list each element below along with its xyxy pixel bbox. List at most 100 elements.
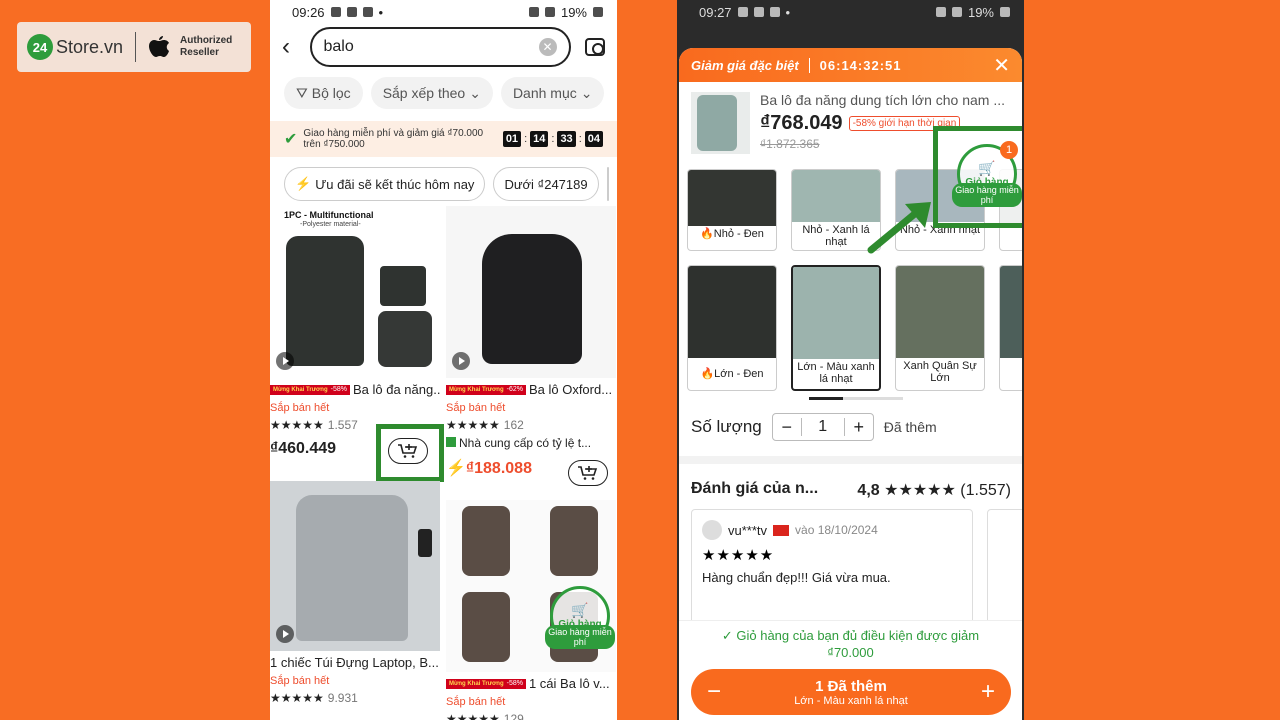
battery-icon — [1000, 7, 1010, 17]
rating: ★★★★★ 162 — [446, 418, 524, 432]
battery-level: 19% — [560, 4, 587, 20]
search-box[interactable]: ✕ — [309, 26, 571, 67]
product-image[interactable]: 1PC - Multifunctional -Polyester materia… — [270, 206, 440, 378]
signal-icon — [544, 7, 555, 17]
chip-price-under[interactable]: Dưới ₫247189 — [493, 167, 599, 201]
review-card[interactable]: vu***tv vào 18/10/2024 ★★★★★ Hàng chuẩn đ… — [691, 509, 973, 629]
back-arrow-icon[interactable]: ‹ — [282, 33, 310, 61]
product-image[interactable] — [446, 206, 616, 378]
filter-bar: ⛛ Bộ lọc Sắp xếp theo ⌄ Danh mục ⌄ — [270, 69, 617, 117]
quantity-label: Số lượng — [691, 417, 762, 436]
sold-status: Sắp bán hết — [270, 675, 330, 687]
sheet-header: Giảm giá đặc biệt 06:14:32:51 ✕ — [679, 48, 1022, 82]
wifi-icon — [935, 7, 946, 17]
quantity-stepper[interactable]: − 1 + — [771, 413, 874, 441]
minus-icon[interactable]: − — [773, 417, 801, 438]
logo-reseller: Authorized Reseller — [180, 35, 233, 58]
sold-status: Sắp bán hết — [270, 402, 330, 414]
product-title: Mừng Khai Trương -62% Ba lô Oxford... — [446, 381, 616, 398]
product-title: Mừng Khai Trương -58% 1 cái Ba lô v... — [446, 675, 616, 692]
supplier-info: Nhà cung cấp có tỷ lệ t... — [446, 436, 616, 450]
promo-badge: Mừng Khai Trương -58% — [270, 384, 350, 395]
logo-brand: Store.vn — [56, 36, 124, 57]
quantity-value[interactable]: 1 — [800, 418, 845, 436]
section-divider — [679, 456, 1022, 464]
avatar — [702, 520, 722, 540]
play-icon[interactable] — [276, 625, 294, 643]
lightning-icon: ⚡ — [295, 176, 312, 191]
chevron-down-icon: ⌄ — [469, 84, 481, 101]
cart-plus-icon — [578, 466, 598, 480]
notification-icon — [362, 7, 373, 17]
play-icon[interactable] — [452, 352, 470, 370]
promo-badge: Mừng Khai Trương -62% — [446, 384, 526, 395]
status-time: 09:26 — [292, 4, 325, 20]
minus-icon[interactable]: − — [707, 678, 721, 706]
notification-icon — [753, 7, 764, 17]
product-card[interactable]: 1 chiếc Túi Đựng Laptop, B... Sắp bán hế… — [270, 481, 440, 705]
sold-status: Sắp bán hết — [446, 402, 506, 414]
status-bar: 09:27 • 19% — [677, 0, 1024, 24]
product-image[interactable] — [270, 481, 440, 651]
sort-button[interactable]: Sắp xếp theo ⌄ — [370, 77, 493, 109]
notification-icon — [346, 7, 357, 17]
quick-chips: ⚡ Ưu đãi sẽ kết thúc hôm nay Dưới ₫247189 — [270, 157, 617, 211]
variant-option[interactable]: Xanh Quân Sự Lớn — [895, 265, 985, 391]
reviews-header[interactable]: Đánh giá của n... 4,8 ★★★★★ (1.557) — [691, 480, 1011, 500]
add-to-cart-button[interactable] — [568, 460, 608, 486]
rating: ★★★★★ 129 — [446, 712, 524, 720]
check-icon: ✔ — [284, 131, 298, 148]
search-input[interactable] — [323, 37, 531, 56]
variant-option[interactable]: 🔥Lớn - Đen — [687, 265, 777, 391]
eligibility-message: ✓ Giỏ hàng của bạn đủ điều kiện được giả… — [721, 628, 980, 660]
camera-icon[interactable] — [584, 37, 605, 56]
review-user: vu***tv vào 18/10/2024 — [702, 520, 962, 540]
notification-icon — [769, 7, 780, 17]
review-text: Hàng chuẩn đẹp!!! Giá vừa mua. — [702, 570, 891, 585]
battery-icon — [593, 7, 603, 17]
variant-option[interactable]: 🔥Nhỏ - Đen — [687, 169, 777, 251]
plus-icon[interactable]: + — [845, 417, 873, 438]
quantity-row: Số lượng − 1 + Đã thêm — [691, 413, 937, 441]
filter-button[interactable]: ⛛ Bộ lọc — [284, 77, 363, 109]
cart-bubble[interactable]: 🛒 Giỏ hàng Giao hàng miễn phí — [545, 586, 615, 649]
left-phone-screen: 09:26• 19% ‹ ✕ ⛛Bộ lọc Sắp xếp theo⌄ Dan… — [270, 0, 617, 720]
sheet-footer: ✓ Giỏ hàng của bạn đủ điều kiện được giả… — [679, 620, 1022, 720]
notification-icon — [737, 7, 748, 17]
product-title: 1 chiếc Túi Đựng Laptop, B... — [270, 655, 439, 670]
variant-option[interactable] — [999, 265, 1022, 391]
search-header: ‹ ✕ — [270, 24, 617, 69]
product-card[interactable]: Mừng Khai Trương -62% Ba lô Oxford... Sắp … — [446, 206, 616, 478]
close-icon[interactable]: ✕ — [993, 53, 1010, 78]
clear-icon[interactable]: ✕ — [538, 37, 557, 56]
variant-option-selected[interactable]: Lớn - Màu xanh lá nhạt — [791, 265, 881, 391]
status-bar: 09:26 • 19% — [270, 0, 617, 24]
signal-icon — [951, 7, 962, 17]
plus-icon[interactable]: + — [981, 678, 995, 706]
product-title: Mừng Khai Trương -58% Ba lô đa năng... — [270, 381, 440, 398]
arrow-icon — [867, 202, 931, 254]
chip-deal-ends[interactable]: ⚡ Ưu đãi sẽ kết thúc hôm nay — [284, 167, 486, 201]
right-phone-screen: 09:27 • 19% Giảm giá đặc biệt 06:14:32:51… — [677, 0, 1024, 720]
apple-icon — [149, 36, 170, 57]
category-button[interactable]: Danh mục ⌄ — [500, 77, 605, 109]
logo-mark: 24 — [27, 34, 53, 60]
store-icon — [446, 437, 456, 447]
battery-level: 19% — [967, 4, 994, 20]
product-thumbnail[interactable] — [691, 92, 750, 154]
product-card[interactable]: 1PC - Multifunctional -Polyester materia… — [270, 206, 440, 458]
chevron-down-icon: ⌄ — [580, 84, 593, 101]
highlight-box — [933, 126, 1022, 228]
product-sheet: Giảm giá đặc biệt 06:14:32:51 ✕ Ba lô đa… — [679, 48, 1022, 720]
logo-divider — [135, 32, 137, 62]
notification-icon — [330, 7, 341, 17]
shipping-banner: ✔ Giao hàng miễn phí và giảm giá ₫70.000… — [270, 121, 617, 157]
chip-more[interactable] — [606, 167, 609, 201]
rating: ★★★★★ 9.931 — [270, 691, 358, 705]
review-card[interactable] — [987, 509, 1022, 629]
flame-icon: 🔥 — [700, 368, 715, 380]
vietnam-flag-icon — [773, 524, 790, 536]
added-to-cart-button[interactable]: − 1 Đã thêm Lớn - Màu xanh lá nhạt + — [691, 669, 1011, 715]
play-icon[interactable] — [276, 352, 294, 370]
sold-status: Sắp bán hết — [446, 696, 506, 708]
